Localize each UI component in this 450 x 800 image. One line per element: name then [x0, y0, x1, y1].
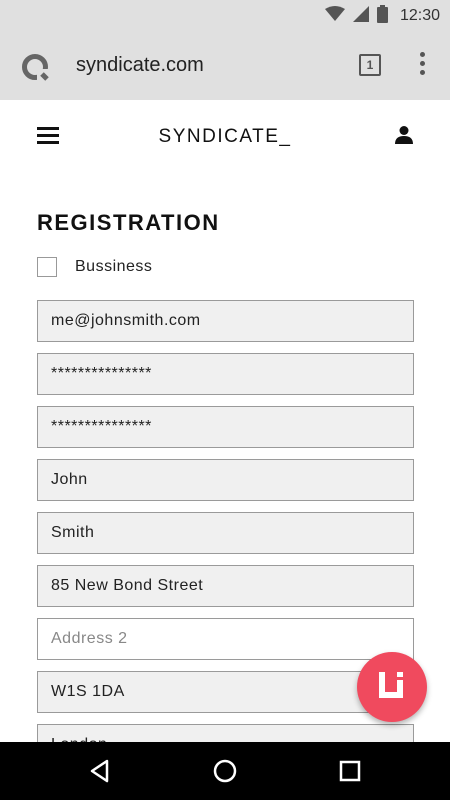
password-field[interactable]	[37, 353, 414, 395]
signal-icon	[352, 5, 369, 27]
status-time: 12:30	[399, 7, 440, 24]
site-header: SYNDICATE_	[0, 100, 450, 172]
wifi-icon	[324, 5, 345, 27]
browser-toolbar: syndicate.com 1	[0, 32, 450, 100]
page-title: REGISTRATION	[37, 210, 220, 235]
address-1-field[interactable]	[37, 565, 414, 607]
browser-logo-icon[interactable]	[20, 52, 50, 82]
first-name-field[interactable]	[37, 459, 414, 501]
confirm-password-field[interactable]	[37, 406, 414, 448]
battery-icon	[376, 4, 388, 28]
address-bar-url[interactable]: syndicate.com	[76, 54, 204, 77]
brand-fab-button[interactable]	[357, 652, 427, 722]
business-checkbox-row[interactable]: Bussiness	[37, 257, 152, 277]
business-checkbox-label[interactable]: Bussiness	[75, 258, 152, 276]
address-2-field[interactable]	[37, 618, 414, 660]
site-logo[interactable]: SYNDICATE_	[0, 126, 450, 148]
last-name-field[interactable]	[37, 512, 414, 554]
account-icon[interactable]	[394, 125, 414, 145]
overflow-menu-icon[interactable]	[414, 52, 430, 78]
brand-logo-icon	[377, 670, 407, 705]
tab-switcher-button[interactable]: 1	[359, 54, 381, 76]
status-bar: 12:30	[0, 0, 450, 32]
business-checkbox[interactable]	[37, 257, 57, 277]
back-icon[interactable]	[87, 758, 113, 784]
system-nav-bar	[0, 742, 450, 800]
email-field[interactable]	[37, 300, 414, 342]
home-icon[interactable]	[212, 758, 238, 784]
recents-icon[interactable]	[337, 758, 363, 784]
